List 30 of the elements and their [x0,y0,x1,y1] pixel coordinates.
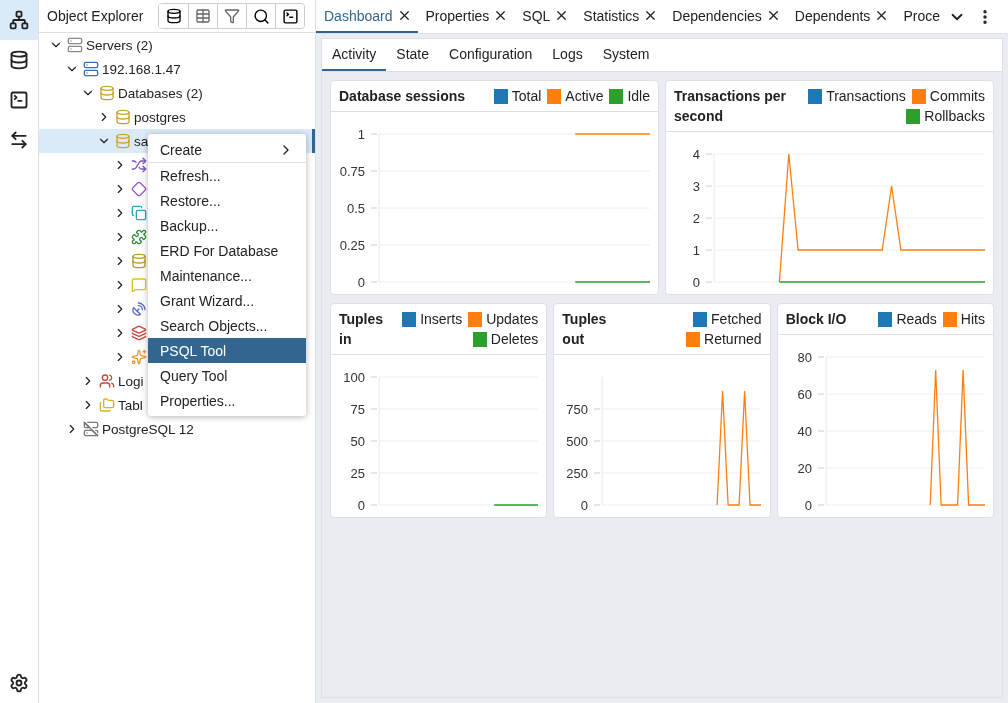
axis-label: 1 [357,126,365,142]
axis-label: 2 [692,210,700,226]
axis-label: 75 [350,401,365,417]
axis-label: 750 [566,401,589,417]
panel-title: Object Explorer [47,8,144,24]
axis-label: 20 [797,460,812,476]
chart-title: Block I/O [785,310,847,329]
axis-label: 0 [692,274,700,290]
axis-label: 4 [692,146,700,162]
axis-label: 3 [692,178,700,194]
axis-label: 0.75 [339,163,365,179]
axis-label: 100 [343,369,365,385]
axis-label: 1 [692,242,700,258]
axis-label: 60 [797,386,812,402]
chart-title: Database sessions [339,87,466,106]
axis-label: 80 [797,349,812,365]
axis-label: 0 [357,274,365,290]
chart-title: Tuples in [339,310,384,349]
axis-label: 250 [566,465,589,481]
chart-title: Tuples out [562,310,608,349]
axis-label: 40 [797,423,812,439]
axis-label: 0.5 [346,200,365,216]
axis-label: 0 [804,497,812,513]
chart-title: Transactions per second [674,87,788,126]
axis-label: 25 [350,465,365,481]
axis-label: 0 [581,497,589,513]
axis-label: 50 [350,433,365,449]
axis-label: 0 [357,497,365,513]
axis-label: 500 [566,433,589,449]
axis-label: 0.25 [339,237,365,253]
